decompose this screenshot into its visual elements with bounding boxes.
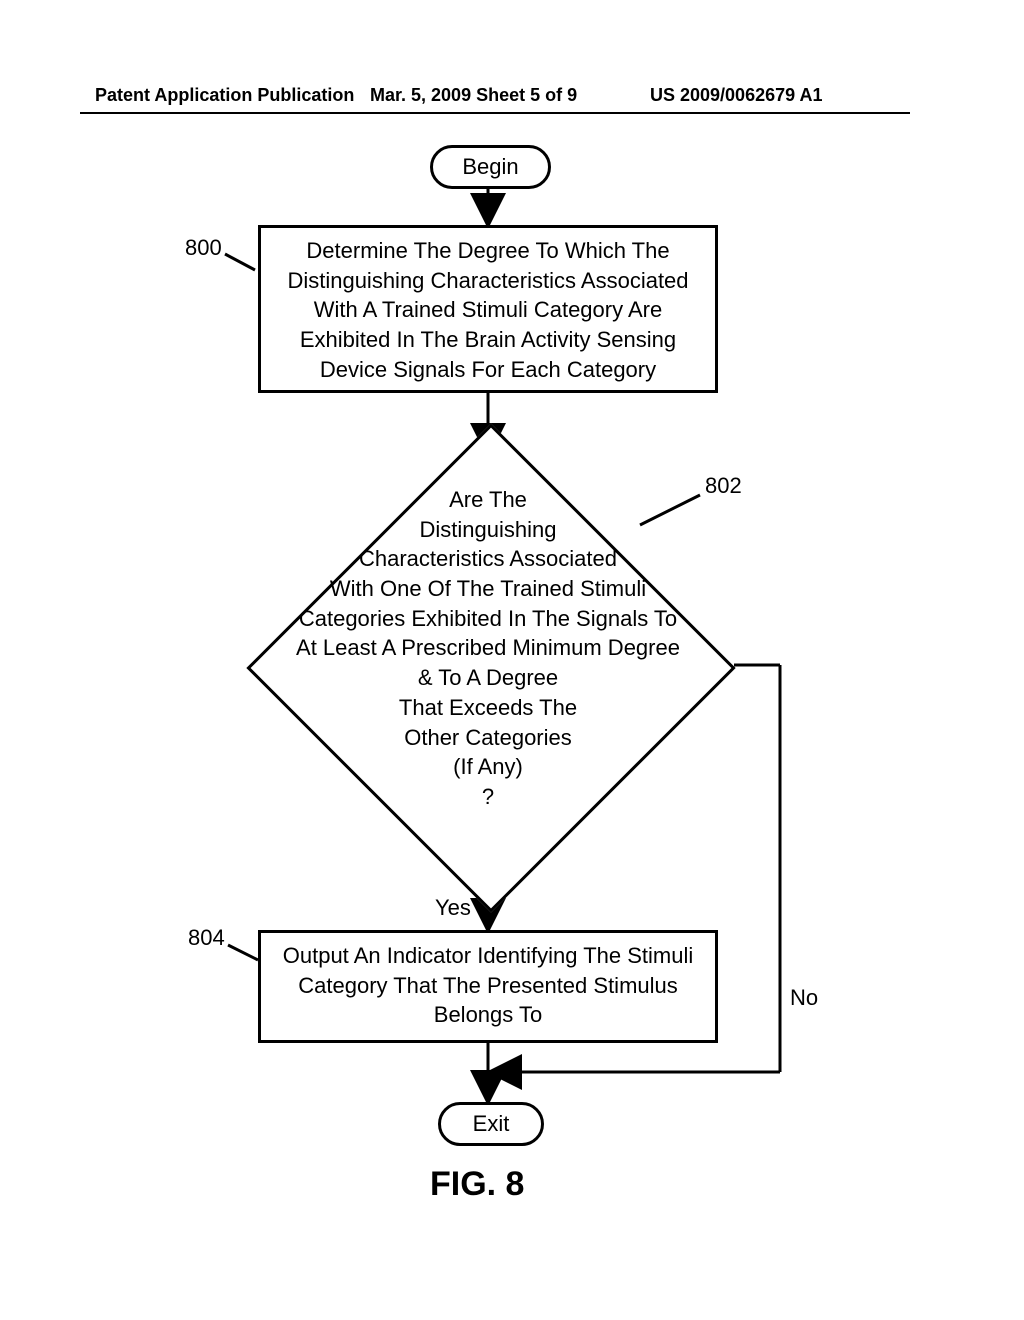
exit-terminator: Exit xyxy=(438,1102,544,1146)
edge-no: No xyxy=(790,985,818,1011)
process-800: Determine The Degree To Which The Distin… xyxy=(258,225,718,393)
decision-802-text: Are The Distinguishing Characteristics A… xyxy=(263,485,713,812)
edge-yes: Yes xyxy=(435,895,471,921)
ref-800: 800 xyxy=(185,235,222,261)
begin-label: Begin xyxy=(462,154,518,179)
process-804-text: Output An Indicator Identifying The Stim… xyxy=(283,943,694,1027)
process-804: Output An Indicator Identifying The Stim… xyxy=(258,930,718,1043)
exit-label: Exit xyxy=(473,1111,510,1136)
begin-terminator: Begin xyxy=(430,145,551,189)
ref-804: 804 xyxy=(188,925,225,951)
process-800-text: Determine The Degree To Which The Distin… xyxy=(287,238,688,382)
ref-802: 802 xyxy=(705,473,742,499)
figure-label: FIG. 8 xyxy=(430,1165,524,1204)
